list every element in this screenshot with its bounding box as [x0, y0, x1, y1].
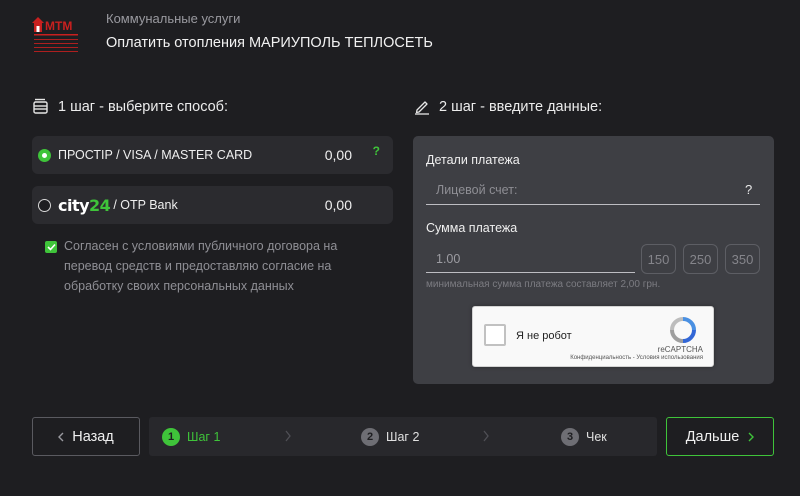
method-label: / OTP Bank — [113, 198, 178, 212]
details-label: Детали платежа — [426, 153, 520, 167]
agreement-checkbox[interactable] — [45, 241, 57, 253]
recaptcha-brand: reCAPTCHA — [657, 345, 703, 354]
city24-logo: city24 — [58, 195, 111, 215]
back-button[interactable]: Назад — [32, 417, 140, 456]
service-category: Коммунальные услуги — [106, 11, 241, 26]
step-3: 3 Чек — [561, 417, 607, 456]
city24-logo-accent: 24 — [89, 195, 111, 215]
sum-underline — [426, 272, 635, 273]
method-amount: 0,00 — [324, 147, 352, 163]
quick-amount-250[interactable]: 250 — [683, 244, 718, 274]
account-input[interactable]: Лицевой счет: — [436, 183, 517, 197]
method-amount: 0,00 — [324, 197, 352, 213]
step-label: Шаг 1 — [187, 429, 221, 444]
chevron-right-icon — [748, 432, 755, 441]
pencil-icon — [414, 98, 430, 115]
step-label: Чек — [586, 429, 607, 444]
min-amount-note: минимальная сумма платежа составляет 2,0… — [426, 279, 661, 290]
step-number: 2 — [361, 427, 379, 446]
wallet-icon — [33, 98, 49, 115]
sum-label: Сумма платежа — [426, 221, 518, 235]
recaptcha-widget: Я не робот reCAPTCHA Конфиденциальность … — [472, 306, 714, 367]
step-label: Шаг 2 — [386, 429, 420, 444]
back-button-label: Назад — [72, 428, 114, 445]
method-name: city24 / OTP Bank — [58, 196, 178, 215]
account-help-icon[interactable]: ? — [745, 182, 752, 197]
brand-logo-text: МТМ — [45, 19, 72, 33]
step-indicator: 1 Шаг 1 2 Шаг 2 3 Чек — [149, 417, 657, 456]
step-2: 2 Шаг 2 — [361, 417, 419, 456]
step2-title: 2 шаг - введите данные: — [414, 98, 602, 115]
account-underline — [426, 204, 760, 205]
step1-title: 1 шаг - выберите способ: — [33, 98, 228, 115]
payment-method-city24[interactable]: city24 / OTP Bank 0,00 — [32, 186, 393, 224]
recaptcha-icon — [669, 316, 697, 344]
agreement-text: Согласен с условиями публичного договора… — [64, 239, 338, 293]
method-help-icon[interactable]: ? — [373, 144, 380, 158]
payment-method-card[interactable]: ПРОСТIP / VISA / MASTER CARD 0,00 ? — [32, 136, 393, 174]
brand-logo: МТМ — [30, 14, 82, 56]
recaptcha-label: Я не робот — [516, 330, 572, 342]
next-button[interactable]: Дальше — [666, 417, 774, 456]
method-label: ПРОСТIP / VISA / MASTER CARD — [58, 148, 253, 162]
method-radio[interactable] — [38, 198, 51, 212]
recaptcha-terms[interactable]: Конфиденциальность - Условия использован… — [570, 355, 703, 361]
step-1: 1 Шаг 1 — [162, 417, 220, 456]
step1-title-text: 1 шаг - выберите способ: — [58, 98, 229, 115]
chevron-right-icon — [483, 430, 489, 442]
city24-logo-main: city — [58, 195, 90, 215]
next-button-label: Дальше — [685, 428, 740, 445]
check-icon — [46, 243, 56, 251]
page-title: Оплатить отопления МАРИУПОЛЬ ТЕПЛОСЕТЬ — [106, 35, 433, 51]
quick-amount-150[interactable]: 150 — [641, 244, 676, 274]
sum-input[interactable]: 1.00 — [436, 252, 460, 266]
step-number: 1 — [162, 427, 180, 446]
chevron-right-icon — [285, 430, 291, 442]
step2-title-text: 2 шаг - введите данные: — [439, 98, 603, 115]
step-number: 3 — [561, 427, 579, 446]
chevron-left-icon — [58, 432, 64, 441]
recaptcha-checkbox[interactable] — [484, 324, 506, 346]
method-radio-selected[interactable] — [38, 148, 51, 162]
quick-amount-350[interactable]: 350 — [725, 244, 760, 274]
